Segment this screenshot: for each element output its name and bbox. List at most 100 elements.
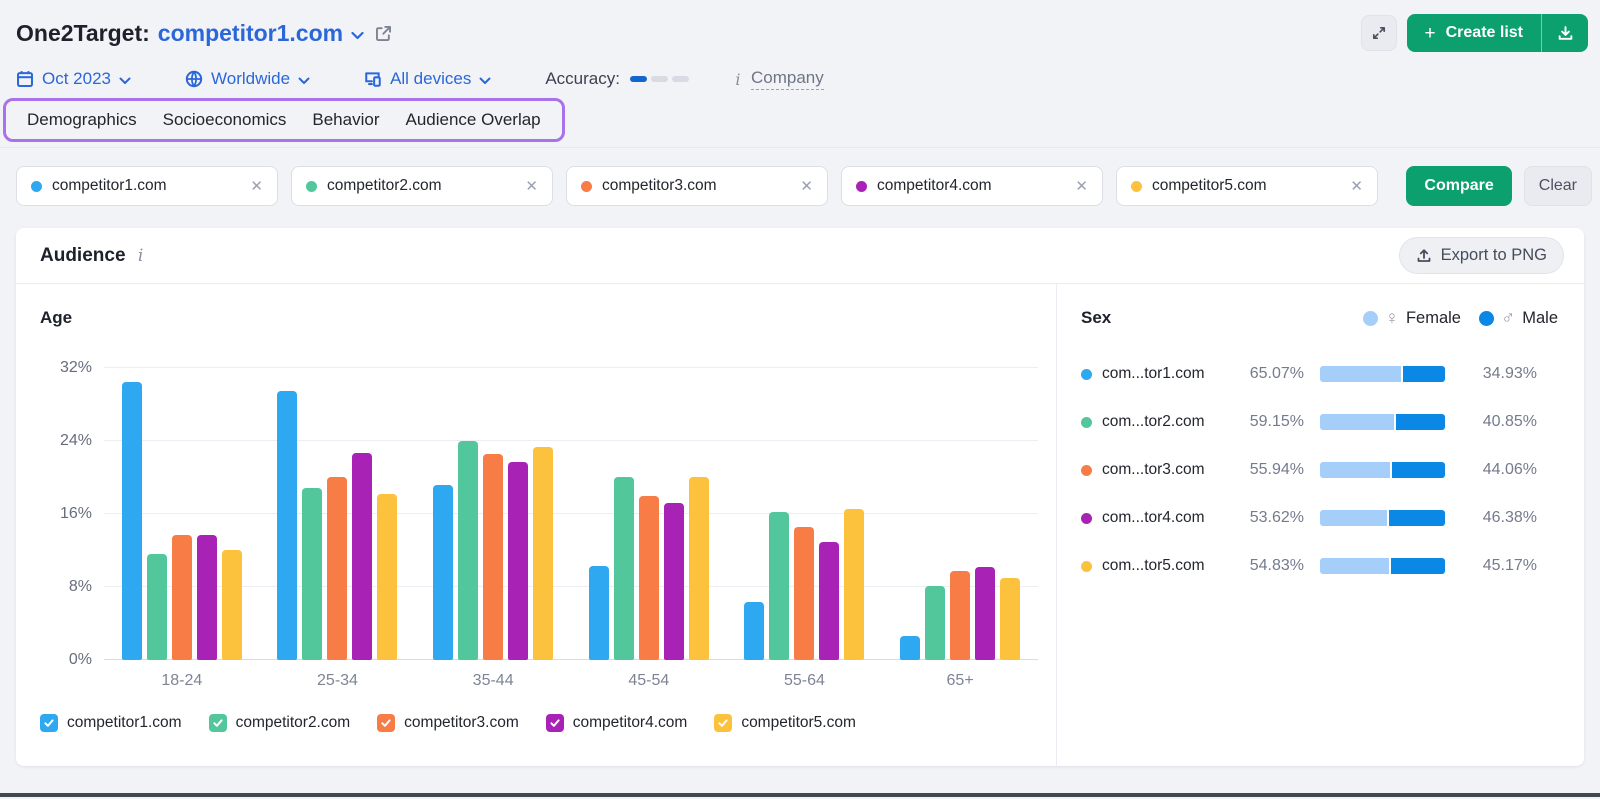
bar-competitor2-com-25-34[interactable] (302, 488, 323, 660)
bar-competitor5-com-45-54[interactable] (688, 477, 709, 660)
info-icon: i (735, 69, 741, 89)
close-icon[interactable]: ✕ (525, 177, 538, 195)
series-color-dot (581, 180, 592, 192)
sex-stacked-bar[interactable] (1320, 558, 1445, 574)
info-icon[interactable]: i (136, 246, 146, 266)
bar-competitor1-com-65[interactable] (900, 636, 921, 660)
close-icon[interactable]: ✕ (250, 177, 263, 195)
expand-button[interactable] (1360, 15, 1397, 51)
sex-row-com-tor2-com: com...tor2.com 59.15% 40.85% (1081, 398, 1558, 446)
competitor-chip-competitor4-com[interactable]: competitor4.com ✕ (841, 166, 1103, 206)
competitor-chip-competitor3-com[interactable]: competitor3.com ✕ (566, 166, 828, 206)
bar-competitor3-com-45-54[interactable] (638, 496, 659, 660)
location-filter[interactable]: Worldwide (185, 69, 310, 89)
competitor-chip-competitor1-com[interactable]: competitor1.com ✕ (16, 166, 278, 206)
bar-competitor2-com-18-24[interactable] (146, 554, 167, 660)
bar-competitor2-com-45-54[interactable] (613, 477, 634, 660)
legend-label: competitor5.com (741, 714, 856, 731)
legend-item-competitor1-com[interactable]: competitor1.com (40, 714, 182, 732)
sex-stacked-bar[interactable] (1320, 462, 1445, 478)
tab-audience-overlap[interactable]: Audience Overlap (393, 102, 554, 138)
series-color-dot (306, 180, 317, 192)
sex-stacked-bar[interactable] (1320, 510, 1445, 526)
female-bar-segment (1320, 414, 1394, 430)
series-checkbox[interactable] (377, 714, 396, 732)
y-axis-labels: 0% 8% 16% 24% 32% (40, 359, 92, 668)
female-percentage: 53.62% (1249, 509, 1304, 526)
check-icon (212, 719, 223, 727)
age-chart-title: Age (40, 308, 73, 327)
tab-behavior[interactable]: Behavior (299, 102, 392, 138)
bar-competitor2-com-35-44[interactable] (458, 441, 479, 660)
accuracy-segment (629, 76, 647, 82)
bar-competitor4-com-35-44[interactable] (508, 462, 529, 660)
bar-competitor5-com-65[interactable] (1000, 578, 1021, 660)
bar-competitor3-com-65[interactable] (950, 571, 971, 660)
bar-competitor1-com-45-54[interactable] (588, 566, 609, 660)
female-percentage: 65.07% (1249, 365, 1304, 382)
bar-competitor4-com-25-34[interactable] (352, 453, 373, 660)
bar-competitor4-com-65[interactable] (975, 567, 996, 660)
bar-competitor4-com-45-54[interactable] (663, 503, 684, 660)
external-link-icon[interactable] (374, 24, 393, 43)
series-checkbox[interactable] (208, 714, 227, 732)
legend-item-competitor5-com[interactable]: competitor5.com (714, 714, 856, 732)
series-checkbox[interactable] (714, 714, 733, 732)
compare-button[interactable]: Compare (1406, 166, 1512, 206)
bar-competitor3-com-55-64[interactable] (794, 527, 815, 660)
bar-competitor1-com-35-44[interactable] (433, 485, 454, 660)
male-bar-segment (1388, 558, 1445, 574)
age-bar-chart: 0% 8% 16% 24% 32% 18-24 25-34 35-44 45-54 55-64 6… (40, 359, 1038, 690)
competitor-name: competitor5.com (1152, 177, 1267, 194)
bar-competitor2-com-65[interactable] (925, 586, 946, 660)
bar-competitor4-com-18-24[interactable] (196, 535, 217, 660)
legend-item-competitor2-com[interactable]: competitor2.com (208, 714, 350, 732)
check-icon (550, 719, 560, 727)
bar-competitor1-com-55-64[interactable] (744, 602, 765, 660)
clear-button[interactable]: Clear (1523, 166, 1592, 206)
bar-competitor3-com-35-44[interactable] (483, 454, 504, 660)
sex-stacked-bar[interactable] (1320, 366, 1445, 382)
accuracy-segment (650, 76, 668, 82)
bar-competitor1-com-25-34[interactable] (277, 391, 298, 660)
selected-domain[interactable]: competitor1.com (158, 20, 343, 47)
bar-competitor5-com-55-64[interactable] (844, 509, 865, 660)
male-legend-item: ♂ Male (1478, 309, 1558, 328)
bar-competitor4-com-55-64[interactable] (819, 542, 840, 660)
bar-competitor5-com-25-34[interactable] (377, 494, 398, 660)
bar-competitor1-com-18-24[interactable] (121, 382, 142, 660)
competitor-chip-competitor2-com[interactable]: competitor2.com ✕ (291, 166, 553, 206)
company-link[interactable]: i Company (733, 68, 824, 90)
close-icon[interactable]: ✕ (800, 177, 813, 195)
create-list-button[interactable]: + Create list (1407, 14, 1541, 52)
tab-demographics[interactable]: Demographics (14, 102, 150, 138)
bar-competitor5-com-35-44[interactable] (533, 447, 554, 660)
check-icon (381, 719, 391, 727)
close-icon[interactable]: ✕ (1075, 177, 1088, 195)
sex-row-com-tor4-com: com...tor4.com 53.62% 46.38% (1081, 494, 1558, 542)
age-group-25-34 (277, 368, 398, 660)
bar-competitor2-com-55-64[interactable] (769, 512, 790, 660)
competitor-chip-competitor5-com[interactable]: competitor5.com ✕ (1116, 166, 1378, 206)
legend-item-competitor3-com[interactable]: competitor3.com (377, 714, 519, 732)
devices-filter[interactable]: All devices (364, 69, 491, 89)
series-checkbox[interactable] (545, 714, 564, 732)
date-filter[interactable]: Oct 2023 (16, 69, 131, 89)
series-checkbox[interactable] (40, 714, 58, 732)
y-tick-label: 24% (59, 432, 92, 449)
bar-competitor5-com-18-24[interactable] (221, 550, 242, 660)
sex-stacked-bar[interactable] (1320, 414, 1445, 430)
chevron-down-icon[interactable] (351, 31, 364, 40)
sex-rows: com...tor1.com 65.07% 34.93% com...tor2.com… (1081, 350, 1558, 590)
series-color-dot (1081, 560, 1092, 572)
download-button[interactable] (1542, 14, 1588, 52)
competitor-chips: competitor1.com ✕ competitor2.com ✕ competit… (16, 166, 1378, 206)
bar-competitor3-com-18-24[interactable] (171, 535, 192, 660)
male-percentage: 40.85% (1482, 413, 1537, 430)
tab-socioeconomics[interactable]: Socioeconomics (150, 102, 300, 138)
bar-competitor3-com-25-34[interactable] (327, 477, 348, 660)
close-icon[interactable]: ✕ (1350, 177, 1363, 195)
legend-item-competitor4-com[interactable]: competitor4.com (545, 714, 687, 732)
tab-strip: Demographics Socioeconomics Behavior Audien… (0, 98, 1600, 148)
export-to-png-button[interactable]: Export to PNG (1398, 237, 1564, 274)
